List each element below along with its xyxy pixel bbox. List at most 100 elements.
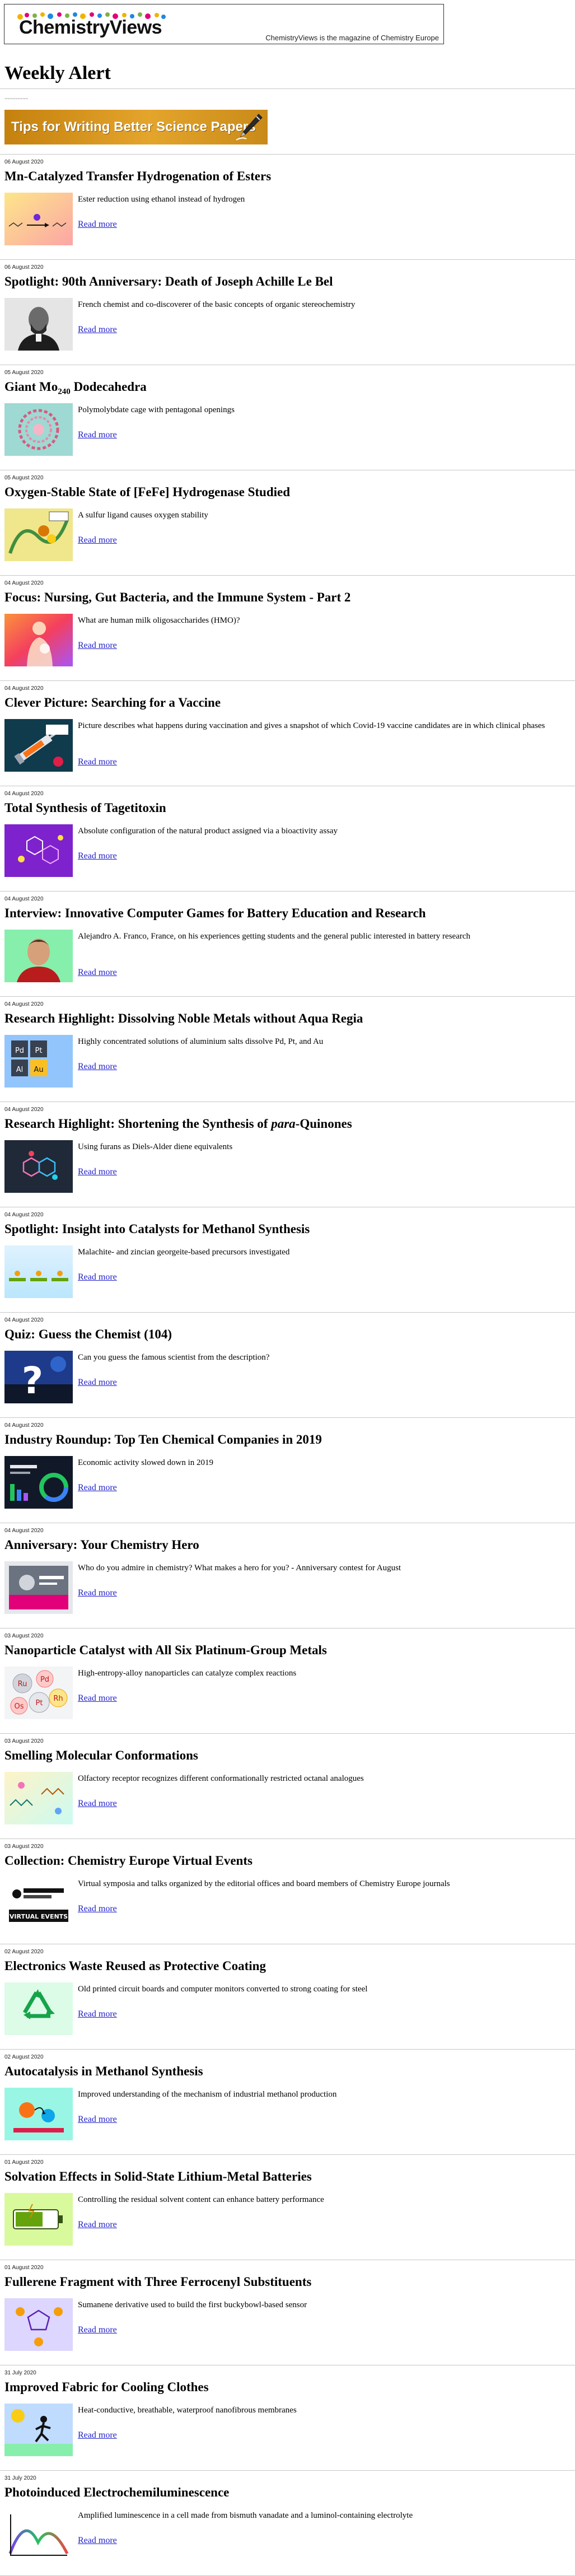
article-title[interactable]: Spotlight: Insight into Catalysts for Me…	[4, 1222, 310, 1236]
article-title-text: Total Synthesis of Tagetitoxin	[4, 801, 166, 815]
article-title[interactable]: Oxygen-Stable State of [FeFe] Hydrogenas…	[4, 485, 290, 500]
view-online-link[interactable]: ~~~~~~~~~	[4, 96, 28, 101]
article-thumbnail-molecule-lilac-icon[interactable]	[4, 2298, 73, 2351]
read-more-link[interactable]: Read more	[78, 1588, 117, 1598]
read-more-link[interactable]: Read more	[78, 1799, 117, 1809]
article-thumbnail-hero-poster-icon[interactable]	[4, 1561, 73, 1614]
read-more-link[interactable]: Read more	[78, 1483, 117, 1493]
article-teaser: Highly concentrated solutions of alumini…	[78, 1037, 324, 1046]
article-teaser: Improved understanding of the mechanism …	[78, 2090, 337, 2099]
article-thumbnail-runner-sun-icon[interactable]	[4, 2404, 73, 2456]
article-teaser: Controlling the residual solvent content…	[78, 2195, 324, 2204]
article-teaser: Heat-conductive, breathable, waterproof …	[78, 2406, 297, 2415]
article-title[interactable]: Interview: Innovative Computer Games for…	[4, 906, 426, 921]
article-thumbnail-pgm-spheres-icon[interactable]: Ru Pd Rh Os Pt	[4, 1667, 73, 1719]
article-title[interactable]: Research Highlight: Shortening the Synth…	[4, 1117, 352, 1131]
article-item: 02 August 2020 Autocatalysis in Methanol …	[0, 2050, 575, 2155]
read-more-link[interactable]: Read more	[78, 1693, 117, 1704]
article-title[interactable]: Total Synthesis of Tagetitoxin	[4, 801, 166, 815]
article-thumbnail-enzyme-cluster-icon[interactable]	[4, 508, 73, 561]
article-date: 31 July 2020	[4, 2370, 36, 2376]
article-title-text: Oxygen-Stable State of [FeFe] Hydrogenas…	[4, 485, 291, 499]
article-thumbnail-molecular-cage-icon[interactable]	[4, 403, 73, 456]
article-title[interactable]: Improved Fabric for Cooling Clothes	[4, 2380, 209, 2395]
read-more-link[interactable]: Read more	[78, 1167, 117, 1177]
article-title[interactable]: Spotlight: 90th Anniversary: Death of Jo…	[4, 274, 333, 289]
article-title[interactable]: Electronics Waste Reused as Protective C…	[4, 1959, 266, 1973]
read-more-link[interactable]: Read more	[78, 1062, 117, 1072]
tips-banner[interactable]: Tips for Writing Better Science Papers	[4, 110, 268, 144]
article-teaser: Picture describes what happens during va…	[78, 721, 545, 730]
article-teaser: Ester reduction using ethanol instead of…	[78, 195, 245, 204]
article-thumbnail-molecule-dark-icon[interactable]	[4, 1140, 73, 1193]
article-teaser: A sulfur ligand causes oxygen stability	[78, 511, 208, 520]
read-more-link[interactable]: Read more	[78, 757, 117, 767]
article-thumbnail-battery-green-icon[interactable]	[4, 2193, 73, 2246]
read-more-link[interactable]: Read more	[78, 1378, 117, 1388]
read-more-link[interactable]: Read more	[78, 2220, 117, 2230]
article-title[interactable]: Mn-Catalyzed Transfer Hydrogenation of E…	[4, 169, 271, 184]
article-thumbnail-reaction-scheme-icon[interactable]	[4, 193, 73, 245]
svg-text:Au: Au	[34, 1066, 43, 1074]
article-title-text: Improved Fabric for Cooling Clothes	[4, 2380, 209, 2394]
article-title[interactable]: Fullerene Fragment with Three Ferrocenyl…	[4, 2275, 311, 2289]
read-more-link[interactable]: Read more	[78, 2115, 117, 2125]
article-title-text: Industry Roundup: Top Ten Chemical Compa…	[4, 1432, 322, 1446]
article-thumbnail-dark-infographic-icon[interactable]	[4, 1456, 73, 1509]
article-title-italic: para	[271, 1117, 296, 1131]
article-thumbnail-mechanism-teal-icon[interactable]	[4, 2088, 73, 2140]
article-title[interactable]: Clever Picture: Searching for a Vaccine	[4, 696, 221, 710]
header-tagline: ChemistryViews is the magazine of Chemis…	[265, 34, 439, 42]
logo-wordmark[interactable]: ChemistryViews	[19, 17, 162, 39]
article-title-suffix: Dodecahedra	[70, 380, 147, 394]
read-more-link[interactable]: Read more	[78, 2325, 117, 2335]
article-thumbnail-portrait-color-icon[interactable]	[4, 930, 73, 982]
article-thumbnail-vaccine-syringe-icon[interactable]	[4, 719, 73, 772]
article-title[interactable]: Anniversary: Your Chemistry Hero	[4, 1538, 199, 1552]
article-title[interactable]: Photoinduced Electrochemiluminescence	[4, 2485, 229, 2500]
read-more-link[interactable]: Read more	[78, 2009, 117, 2019]
read-more-link[interactable]: Read more	[78, 2430, 117, 2440]
article-title[interactable]: Autocatalysis in Methanol Synthesis	[4, 2064, 203, 2079]
article-date: 06 August 2020	[4, 264, 44, 270]
article-title[interactable]: Giant Mo240 Dodecahedra	[4, 380, 147, 397]
article-title[interactable]: Smelling Molecular Conformations	[4, 1748, 198, 1763]
article-title[interactable]: Solvation Effects in Solid-State Lithium…	[4, 2169, 312, 2184]
article-date: 03 August 2020	[4, 1844, 44, 1850]
article-title-text: Autocatalysis in Methanol Synthesis	[4, 2064, 203, 2078]
article-thumbnail-question-mark-icon[interactable]: ?	[4, 1351, 73, 1403]
read-more-link[interactable]: Read more	[78, 430, 117, 440]
article-thumbnail-catalyst-platforms-icon[interactable]	[4, 1245, 73, 1298]
article-thumbnail-element-tiles-icon[interactable]: Pd Pt Al Au	[4, 1035, 73, 1088]
read-more-link[interactable]: Read more	[78, 851, 117, 861]
article-thumbnail-spectrum-glow-icon[interactable]	[4, 2509, 73, 2561]
article-date: 01 August 2020	[4, 2159, 44, 2166]
read-more-link[interactable]: Read more	[78, 2536, 117, 2546]
read-more-link[interactable]: Read more	[78, 1272, 117, 1282]
article-title-text: Clever Picture: Searching for a Vaccine	[4, 696, 221, 710]
read-more-link[interactable]: Read more	[78, 220, 117, 230]
read-more-link[interactable]: Read more	[78, 1904, 117, 1914]
read-more-link[interactable]: Read more	[78, 968, 117, 978]
article-thumbnail-portrait-bw-icon[interactable]	[4, 298, 73, 351]
article-title[interactable]: Quiz: Guess the Chemist (104)	[4, 1327, 172, 1342]
article-item: 01 August 2020 Solvation Effects in Solid…	[0, 2155, 575, 2260]
article-teaser: Virtual symposia and talks organized by …	[78, 1879, 450, 1888]
article-title-text: Electronics Waste Reused as Protective C…	[4, 1959, 266, 1973]
title-divider	[0, 88, 575, 89]
article-title[interactable]: Industry Roundup: Top Ten Chemical Compa…	[4, 1432, 322, 1447]
article-thumbnail-molecule-pastel-icon[interactable]	[4, 1772, 73, 1824]
article-thumbnail-molecule-purple-icon[interactable]	[4, 824, 73, 877]
article-title[interactable]: Research Highlight: Dissolving Noble Met…	[4, 1011, 363, 1026]
article-item: 31 July 2020 Photoinduced Electrochemilum…	[0, 2471, 575, 2576]
article-title[interactable]: Nanoparticle Catalyst with All Six Plati…	[4, 1643, 327, 1658]
read-more-link[interactable]: Read more	[78, 325, 117, 335]
article-title[interactable]: Focus: Nursing, Gut Bacteria, and the Im…	[4, 590, 350, 605]
read-more-link[interactable]: Read more	[78, 641, 117, 651]
article-title[interactable]: Collection: Chemistry Europe Virtual Eve…	[4, 1854, 253, 1868]
article-item: 03 August 2020 Smelling Molecular Conform…	[0, 1734, 575, 1839]
article-thumbnail-nursing-silhouette-icon[interactable]	[4, 614, 73, 666]
read-more-link[interactable]: Read more	[78, 535, 117, 545]
article-thumbnail-events-logo-icon[interactable]: VIRTUAL EVENTS	[4, 1877, 73, 1930]
article-thumbnail-recycle-symbol-icon[interactable]	[4, 1982, 73, 2035]
